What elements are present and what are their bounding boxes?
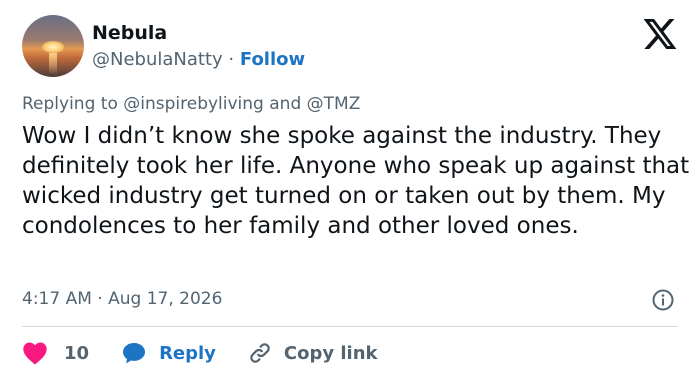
heart-icon [23,342,47,365]
display-name[interactable]: Nebula [92,22,167,44]
handle-separator: · [228,49,235,70]
like-button[interactable]: 10 [22,341,89,365]
user-handle[interactable]: @NebulaNatty [92,49,223,70]
tweet-card: Nebula @NebulaNatty · Follow Replying to… [0,0,700,379]
timestamp[interactable]: 4:17 AM · Aug 17, 2026 [22,289,222,309]
replying-conjunction: and [269,94,302,114]
copy-link-label: Copy link [283,342,378,364]
x-logo-icon[interactable] [643,19,677,49]
follow-button[interactable]: Follow [240,49,305,70]
tweet-date: Aug 17, 2026 [108,289,223,309]
tweet-text: Wow I didn’t know she spoke against the … [22,123,690,239]
info-icon[interactable] [651,288,675,312]
handle-row: @NebulaNatty · Follow [92,49,305,70]
avatar-reflection [49,53,57,75]
tweet-time: 4:17 AM [22,289,92,309]
avatar[interactable] [22,15,84,77]
reply-label: Reply [159,342,216,364]
timestamp-separator: · [97,289,103,309]
replying-to-line: Replying to @inspirebyliving and @TMZ [22,94,360,114]
mention-link[interactable]: @TMZ [307,94,361,114]
speech-bubble-icon [123,343,146,364]
replying-prefix: Replying to [22,94,118,114]
reply-button[interactable]: Reply [121,341,216,365]
copy-link-button[interactable]: Copy link [248,341,378,365]
link-icon [250,343,270,363]
like-count: 10 [64,342,90,364]
divider [22,326,678,327]
avatar-sun [42,41,64,53]
mention-link[interactable]: @inspirebyliving [123,94,264,114]
action-bar: 10 Reply Copy link [22,338,378,368]
